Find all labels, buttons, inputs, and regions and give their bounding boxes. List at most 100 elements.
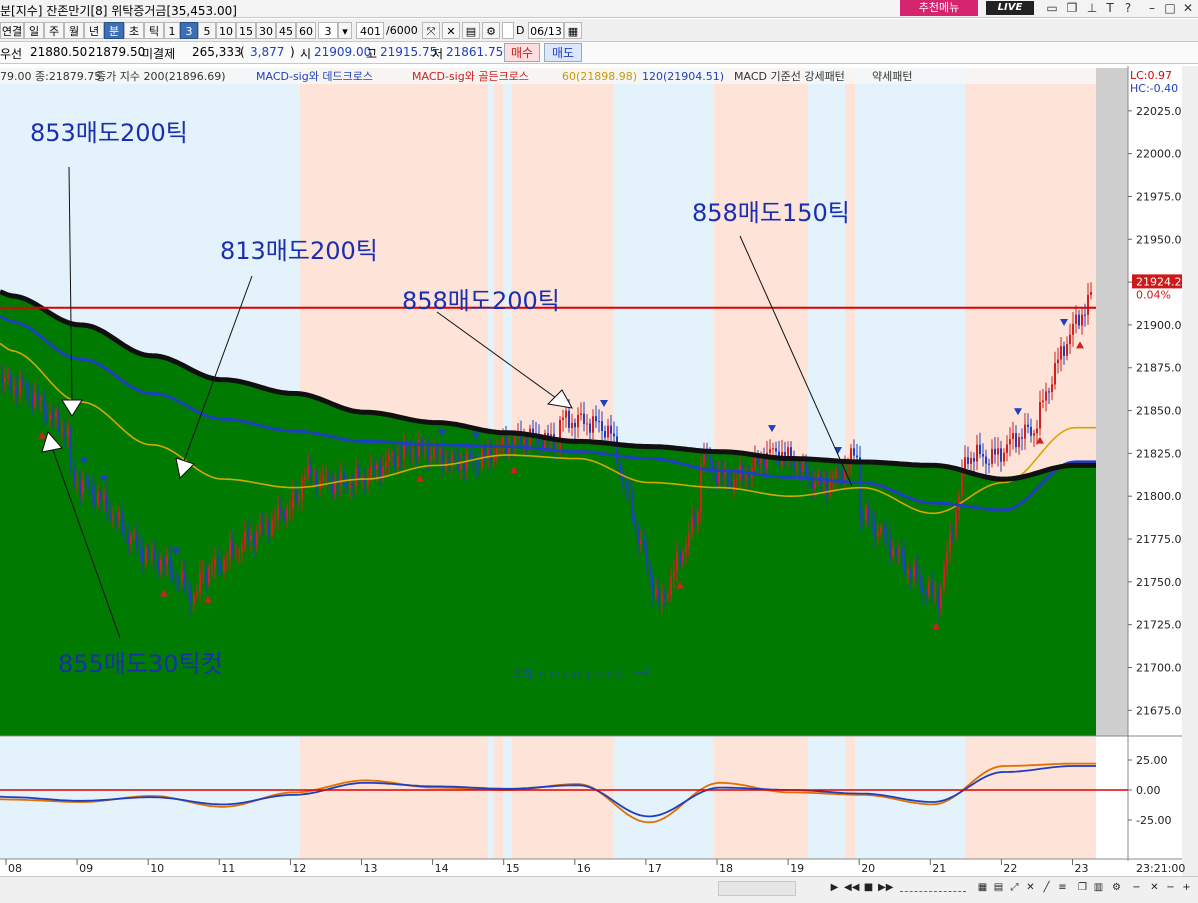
candle-body <box>403 442 405 459</box>
interval-5-button[interactable]: 5 <box>198 22 216 39</box>
forward-icon[interactable]: ▶▶ <box>878 881 893 894</box>
candle-body <box>949 533 951 552</box>
maximize-icon[interactable]: □ <box>1162 0 1178 16</box>
candle-body <box>997 448 999 455</box>
candle-body <box>427 447 429 460</box>
time-tick-label: 18 <box>719 862 733 875</box>
play-icon[interactable]: ▶ <box>828 881 841 894</box>
zoom-in-plus-icon[interactable]: ✕ <box>1148 881 1161 894</box>
candle-body <box>337 482 339 486</box>
cross-tool-icon[interactable]: ✕ <box>1024 881 1037 894</box>
interval-dropdown-button[interactable]: ▾ <box>338 22 352 39</box>
save-icon[interactable]: ▤ <box>462 22 480 39</box>
candle-body <box>436 448 438 453</box>
interval-45-button[interactable]: 45 <box>276 22 296 39</box>
candle-body <box>196 592 198 596</box>
candle-body <box>937 593 939 609</box>
tab-period-month[interactable]: 월 <box>64 22 84 39</box>
minimize-icon[interactable]: – <box>1144 0 1160 16</box>
tab-period-linked[interactable]: 연결 <box>0 22 24 39</box>
zoom-out-minus-icon[interactable]: − <box>1130 881 1143 894</box>
tab-period-day[interactable]: 일 <box>24 22 44 39</box>
interval-10-button[interactable]: 10 <box>216 22 236 39</box>
status-bar: ▶ ◀◀ ■ ▶▶ ▦ ▤ ⤢ ✕ ╱ ≡ ❐ ▥ ⚙ − ✕ − + <box>0 876 1198 903</box>
expand-icon[interactable]: ⤢ <box>1008 881 1021 894</box>
interval-60-button[interactable]: 60 <box>296 22 316 39</box>
buy-button[interactable]: 매수 <box>504 43 540 62</box>
grid-icon[interactable]: ▦ <box>976 881 989 894</box>
tab-period-tick[interactable]: 틱 <box>144 22 164 39</box>
count-input[interactable]: 401 <box>356 22 384 39</box>
candle-body <box>625 482 627 489</box>
chart-canvas[interactable]: 853매도200틱 813매도200틱 858매도200틱 858매도150틱 … <box>0 66 1198 876</box>
layout-icon-2[interactable]: ▤ <box>992 881 1005 894</box>
candle-body <box>658 589 660 603</box>
tab-period-second[interactable]: 초 <box>124 22 144 39</box>
gear-icon[interactable]: ⚙ <box>482 22 500 39</box>
unsettled-change: 3,877 <box>250 45 285 59</box>
horizontal-scrollbar[interactable] <box>718 881 796 896</box>
text-size-icon[interactable]: T <box>1102 0 1118 16</box>
line-tool-icon[interactable]: ╱ <box>1040 881 1053 894</box>
candle-body <box>475 462 477 466</box>
candle-body <box>1060 346 1062 360</box>
help-icon[interactable]: ? <box>1120 0 1136 16</box>
high-label: 고 <box>366 47 378 61</box>
candle-body <box>103 494 105 500</box>
candle-body <box>136 534 138 547</box>
candle-body <box>943 565 945 588</box>
candle-body <box>1051 384 1053 393</box>
candle-body <box>28 390 30 397</box>
close-icon[interactable]: ✕ <box>1180 0 1196 16</box>
candle-body <box>910 570 912 578</box>
layout-icon[interactable]: ▭ <box>1044 0 1060 16</box>
zoom-slider[interactable] <box>900 883 966 892</box>
copy-tool-icon[interactable]: ❐ <box>1076 881 1089 894</box>
candle-body <box>148 549 150 553</box>
interval-3-button[interactable]: 3 <box>180 22 198 39</box>
time-tick-label: 12 <box>292 862 306 875</box>
price-axis-ticks: 22025.0022000.0021975.0021950.0021925.00… <box>1128 105 1189 717</box>
sell-button[interactable]: 매도 <box>544 43 582 62</box>
candle-body <box>1084 314 1086 316</box>
interval-30-button[interactable]: 30 <box>256 22 276 39</box>
time-tick-label: 14 <box>435 862 449 875</box>
candle-body <box>316 474 318 490</box>
cross-icon[interactable]: ✕ <box>442 22 460 39</box>
candle-body <box>886 534 888 537</box>
candle-body <box>604 431 606 438</box>
tab-period-year[interactable]: 년 <box>84 22 104 39</box>
chart-type-icon[interactable]: ▥ <box>1092 881 1105 894</box>
date-input[interactable]: 06/13 <box>528 22 564 39</box>
time-tick-label: 09 <box>79 862 93 875</box>
low-value: 21861.75 <box>446 45 504 59</box>
recommend-menu-button[interactable]: 추천메뉴 <box>900 0 978 16</box>
date-checkbox[interactable] <box>502 22 514 39</box>
pin-icon[interactable]: ⊥ <box>1084 0 1100 16</box>
time-tick-label: 20 <box>861 862 875 875</box>
rewind-icon[interactable]: ◀◀ <box>844 881 859 894</box>
candle-body <box>1012 433 1014 440</box>
interval-1-button[interactable]: 1 <box>164 22 180 39</box>
interval-input[interactable]: 3 <box>318 22 338 39</box>
minus-icon[interactable]: − <box>1164 881 1177 894</box>
candle-body <box>217 559 219 565</box>
stop-icon[interactable]: ■ <box>862 881 875 894</box>
candle-body <box>1030 426 1032 436</box>
candle-body <box>241 545 243 552</box>
live-button[interactable]: LIVE <box>986 1 1034 15</box>
copy-window-icon[interactable]: ❐ <box>1064 0 1080 16</box>
candle-body <box>163 559 165 565</box>
candle-body <box>871 521 873 523</box>
tab-period-minute[interactable]: 분 <box>104 22 124 39</box>
fib-tool-icon[interactable]: ≡ <box>1056 881 1069 894</box>
candle-body <box>514 434 516 446</box>
vertical-scrollbar[interactable] <box>1182 66 1198 876</box>
tab-period-week[interactable]: 주 <box>44 22 64 39</box>
plus-icon[interactable]: + <box>1180 881 1193 894</box>
interval-15-button[interactable]: 15 <box>236 22 256 39</box>
settings-tool-icon[interactable]: ⚙ <box>1110 881 1123 894</box>
calendar-icon[interactable]: ▦ <box>564 22 582 39</box>
zoom-icon[interactable]: ⤧ <box>422 22 440 39</box>
candle-body <box>310 465 312 476</box>
